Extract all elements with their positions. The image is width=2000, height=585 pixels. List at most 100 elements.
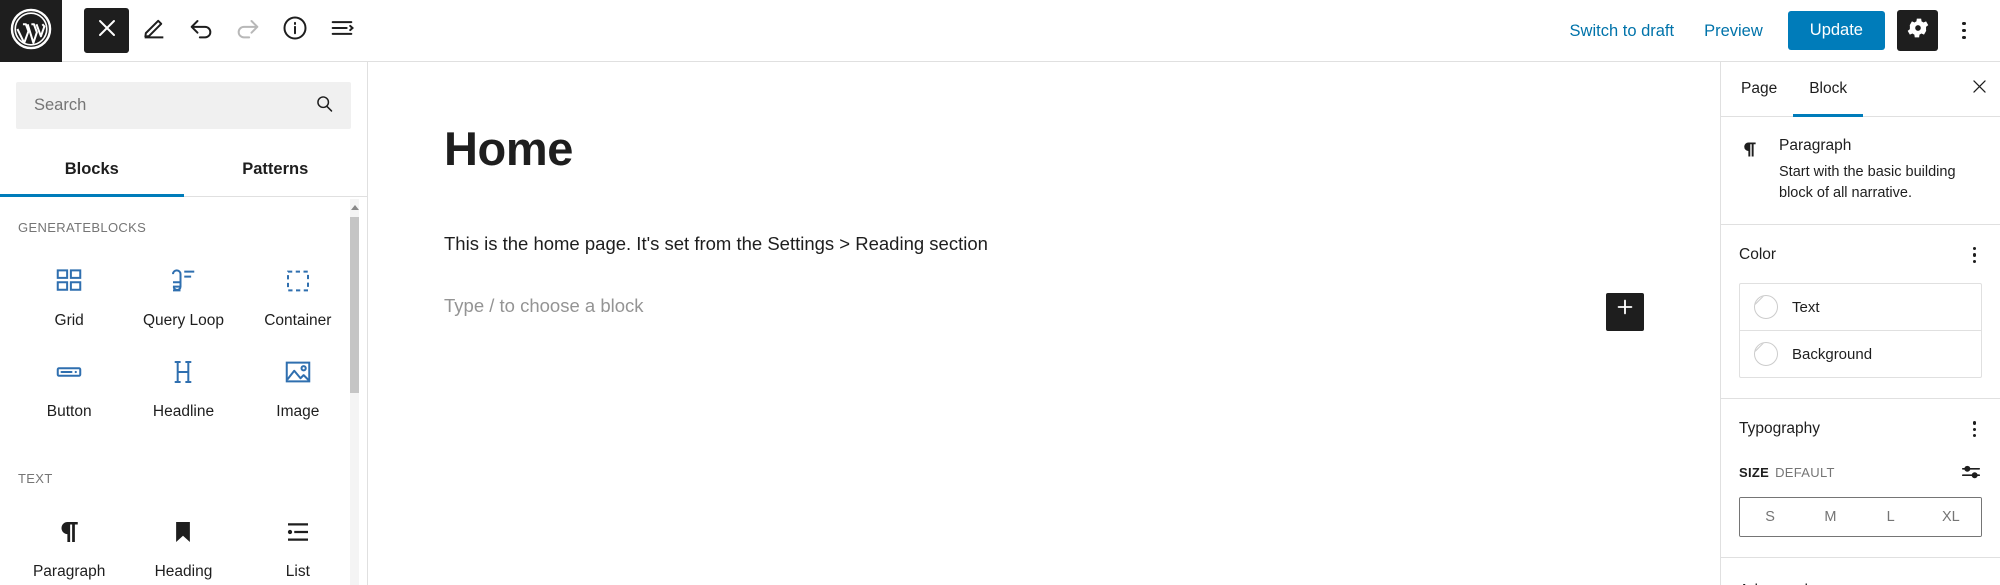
typography-options-button[interactable] [1967,417,1982,441]
font-size-label: SIZE [1739,464,1770,480]
headline-h-icon [168,354,198,390]
tab-page[interactable]: Page [1725,62,1793,117]
font-size-value: DEFAULT [1775,464,1835,480]
block-item-list[interactable]: List [241,500,355,585]
paragraph-pilcrow-icon [1739,137,1763,204]
list-icon [283,514,313,550]
block-grid-text: Paragraph Heading List [0,486,367,585]
block-name: Paragraph [1779,137,1852,154]
button-icon [54,354,84,390]
redo-arrow-icon [234,14,262,47]
settings-toggle-button[interactable] [1897,10,1938,51]
editor-options-button[interactable] [1942,9,1986,53]
block-item-grid[interactable]: Grid [12,249,126,340]
grid-icon [54,263,84,299]
sidebar-tabs: Page Block [1721,62,2000,117]
wordpress-logo-button[interactable] [0,0,62,62]
block-label: Heading [154,563,213,580]
add-block-button[interactable] [1606,292,1644,331]
block-item-container[interactable]: Container [241,249,355,340]
block-description: Start with the basic building block of a… [1779,164,1956,202]
scrollbar-thumb[interactable] [350,217,359,393]
query-loop-icon [168,263,198,299]
font-size-buttons: S M L XL [1739,497,1982,538]
block-label: Paragraph [32,563,106,580]
pencil-edit-icon [140,14,168,47]
redo-button[interactable] [225,8,270,53]
wordpress-logo-icon [9,7,53,56]
switch-to-draft-link[interactable]: Switch to draft [1555,0,1690,62]
inserter-tabs: Blocks Patterns [0,143,367,197]
close-x-icon [1970,77,1989,101]
list-view-button[interactable] [319,8,364,53]
close-sidebar-button[interactable] [1958,68,2000,110]
block-label: Button [46,403,92,420]
search-input[interactable] [34,96,314,115]
tab-blocks[interactable]: Blocks [0,143,184,197]
block-item-query-loop[interactable]: Query Loop [126,249,240,340]
editor-top-bar: Switch to draft Preview Update [0,0,2000,62]
tab-patterns[interactable]: Patterns [184,143,368,197]
page-title[interactable]: Home [444,122,1644,176]
editor-canvas: Home This is the home page. It's set fro… [368,62,1720,585]
typography-section: Typography SIZE DEFAULT S M L XL [1721,399,2000,559]
editor-body: Blocks Patterns GENERATEBLOCKS Grid [0,62,2000,585]
search-box[interactable] [16,82,351,129]
empty-block-placeholder: Type / to choose a block [444,294,644,316]
block-label: Headline [152,403,215,420]
tab-block[interactable]: Block [1793,62,1864,117]
font-size-l-button[interactable]: L [1860,498,1921,537]
block-item-image[interactable]: Image [241,340,355,431]
color-options-list: Text Background [1739,283,1982,379]
preview-link[interactable]: Preview [1689,0,1778,62]
chevron-down-icon [1962,578,1982,585]
block-label: Grid [54,312,84,329]
image-icon [283,354,313,390]
empty-paragraph-block[interactable]: Type / to choose a block [444,291,1644,331]
edit-mode-button[interactable] [131,8,176,53]
font-size-xl-button[interactable]: XL [1920,498,1981,537]
color-row-background[interactable]: Background [1740,331,1981,377]
block-label: Query Loop [142,312,224,329]
plus-add-block-icon [1614,296,1636,327]
undo-arrow-icon [187,14,215,47]
block-item-headline[interactable]: Headline [126,340,240,431]
paragraph-pilcrow-icon [54,514,84,550]
font-size-s-button[interactable]: S [1740,498,1801,537]
block-info-text: Paragraph Start with the basic building … [1779,137,1982,204]
category-title-text: TEXT [18,471,53,486]
top-bar-spacer [364,0,1555,61]
details-info-button[interactable] [272,8,317,53]
scrollbar-up-arrow[interactable] [350,201,359,213]
inserter-blocks-scroll-area[interactable]: GENERATEBLOCKS Grid Query Loop Container… [0,197,367,585]
kebab-options-icon [1962,21,1966,40]
update-button[interactable]: Update [1787,11,1885,50]
inserter-scrollbar[interactable] [350,199,359,585]
search-magnifier-icon [314,93,335,119]
close-editor-button[interactable] [84,8,129,53]
top-bar-left-tools [62,0,364,61]
block-inserter-panel: Blocks Patterns GENERATEBLOCKS Grid [0,62,368,585]
font-size-m-button[interactable]: M [1800,498,1861,537]
color-options-button[interactable] [1967,243,1982,267]
block-info-card: Paragraph Start with the basic building … [1721,117,2000,226]
color-row-text[interactable]: Text [1740,284,1981,332]
typography-section-title: Typography [1739,420,1820,438]
container-dashed-icon [283,263,313,299]
block-item-paragraph[interactable]: Paragraph [12,500,126,585]
color-label: Text [1792,298,1820,316]
color-section-header: Color [1739,243,1982,267]
color-swatch-none-icon [1754,342,1778,367]
color-section-title: Color [1739,246,1777,264]
block-item-heading[interactable]: Heading [126,500,240,585]
advanced-section-toggle[interactable]: Advanced [1721,558,2000,585]
wordpress-block-editor: Switch to draft Preview Update Search Bl… [0,0,2000,585]
block-label: List [285,563,310,580]
settings-sliders-icon[interactable] [1960,461,1982,483]
typography-section-header: Typography [1739,417,1982,441]
undo-button[interactable] [178,8,223,53]
paragraph-block[interactable]: This is the home page. It's set from the… [444,229,1644,259]
block-item-button[interactable]: Button [12,340,126,431]
color-section: Color Text Background [1721,225,2000,400]
block-label: Container [264,312,332,329]
